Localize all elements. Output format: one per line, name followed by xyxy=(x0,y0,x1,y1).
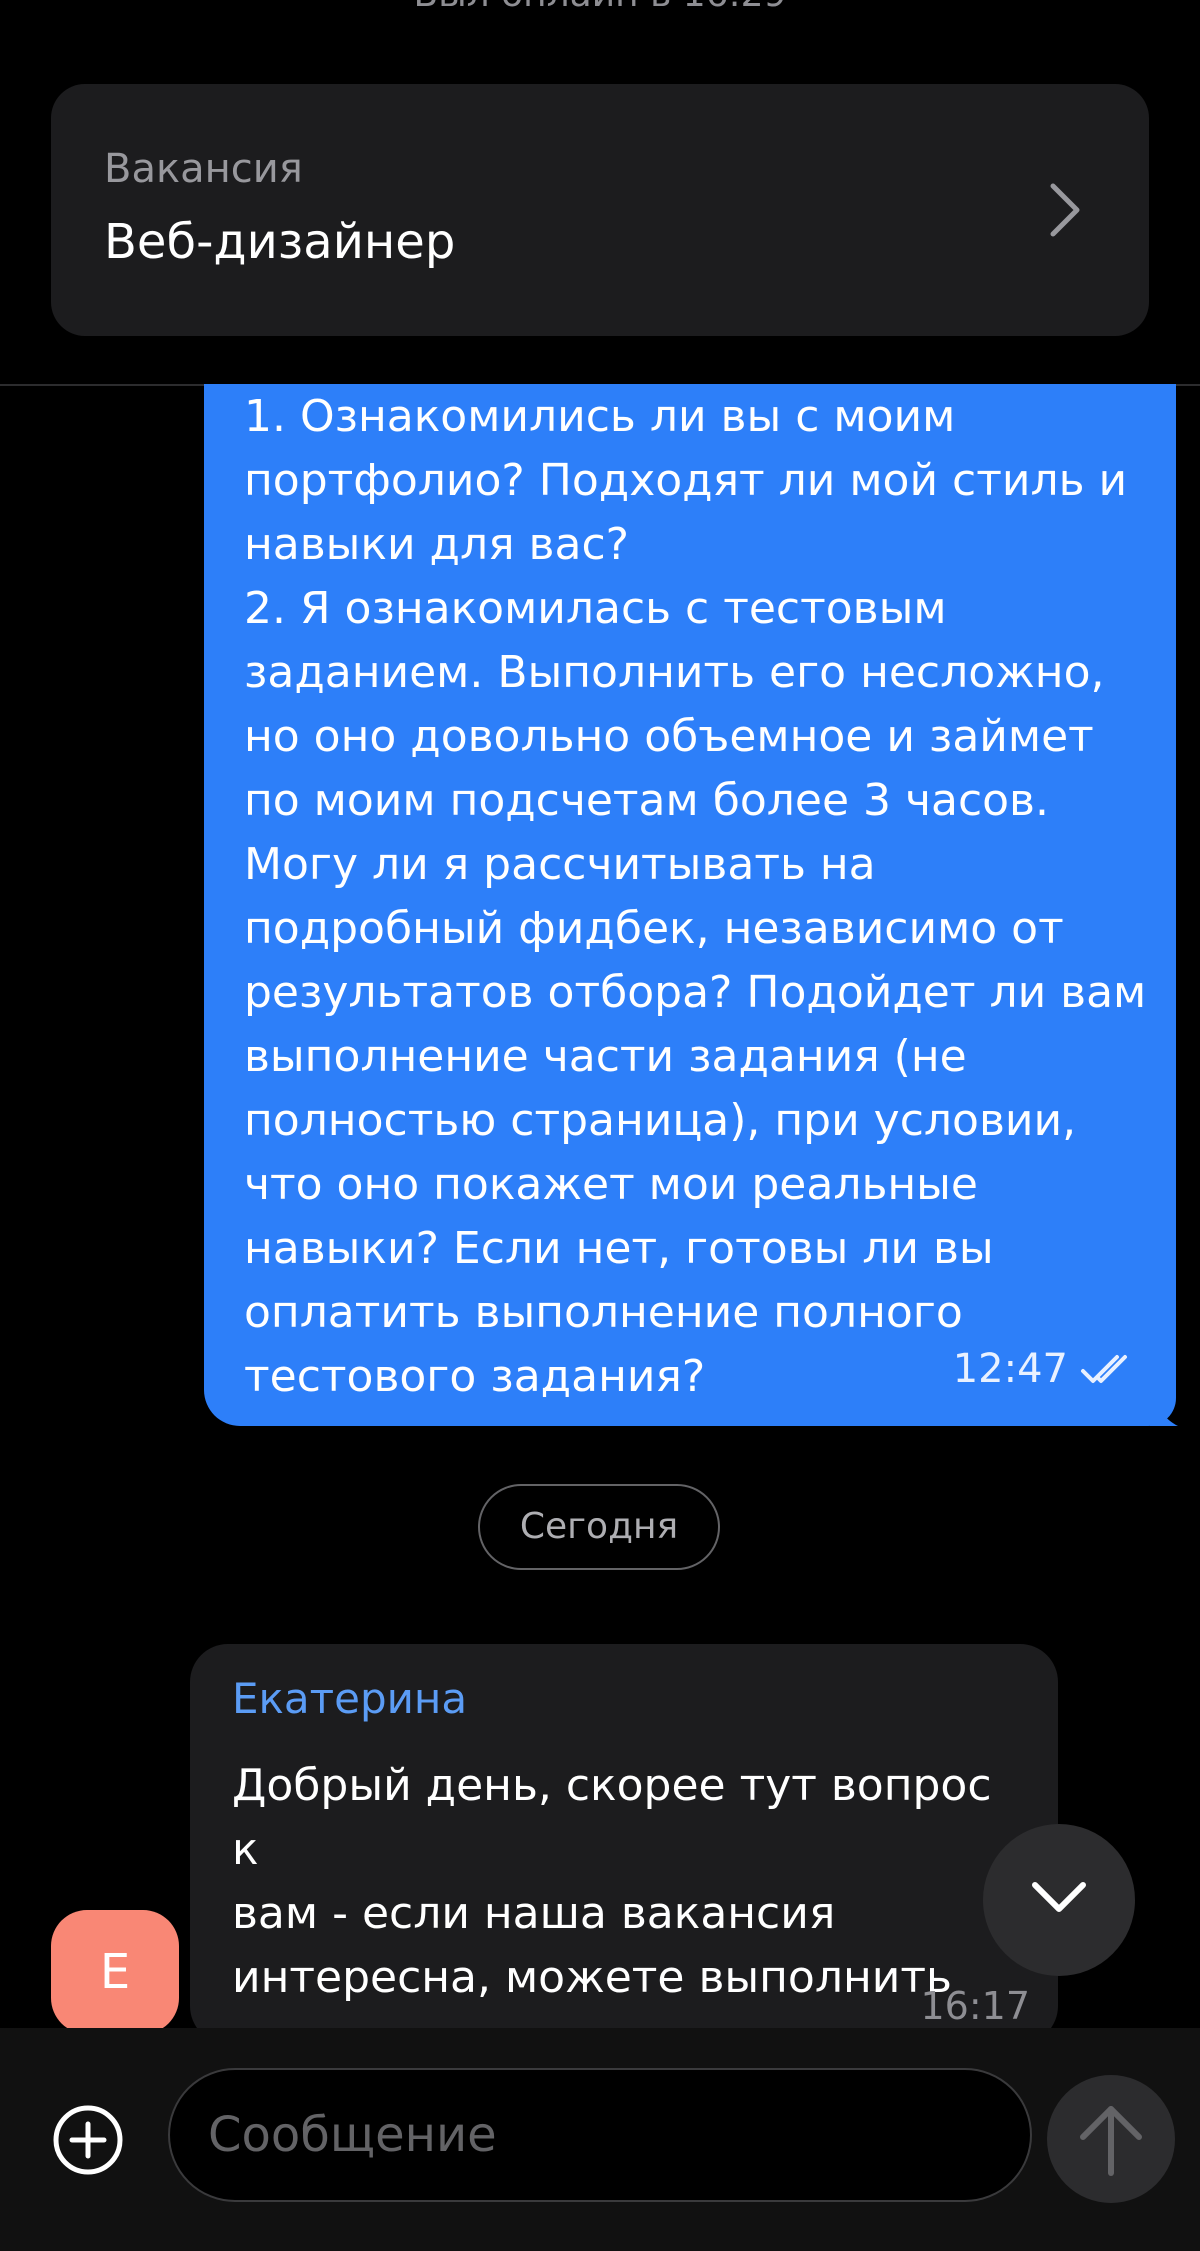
incoming-message-text: Добрый день, скорее тут вопрос к вам - е… xyxy=(232,1760,992,2067)
vacancy-card[interactable]: Вакансия Веб-дизайнер xyxy=(51,84,1149,336)
arrow-up-icon xyxy=(1080,2106,1142,2176)
incoming-message[interactable]: Екатерина Добрый день, скорее тут вопрос… xyxy=(190,1644,1058,2067)
outgoing-message-text: 1. Ознакомились ли вы с моим портфолио? … xyxy=(244,391,1147,1402)
composer-bar xyxy=(0,2028,1200,2251)
scroll-down-button[interactable] xyxy=(983,1824,1135,1976)
vacancy-title: Веб-дизайнер xyxy=(104,214,456,270)
double-check-icon xyxy=(1081,1355,1127,1383)
avatar[interactable]: Е xyxy=(51,1910,179,2034)
outgoing-message-time: 12:47 xyxy=(952,1346,1068,1392)
chevron-down-icon xyxy=(1032,1882,1086,1912)
online-status: Был онлайн в 16:29 xyxy=(0,0,1200,15)
send-button[interactable] xyxy=(1047,2075,1175,2203)
incoming-message-time: 16:17 xyxy=(920,1984,1030,2028)
message-input[interactable] xyxy=(168,2068,1032,2202)
sender-name: Екатерина xyxy=(232,1674,468,1723)
chevron-right-icon xyxy=(1050,183,1080,237)
date-separator: Сегодня xyxy=(478,1484,720,1570)
bubble-tail xyxy=(1150,1392,1178,1426)
plus-circle-icon[interactable] xyxy=(52,2104,124,2176)
outgoing-message-meta: 12:47 xyxy=(953,1346,1134,1392)
vacancy-label: Вакансия xyxy=(104,146,303,192)
outgoing-message[interactable]: 1. Ознакомились ли вы с моим портфолио? … xyxy=(204,384,1176,1426)
